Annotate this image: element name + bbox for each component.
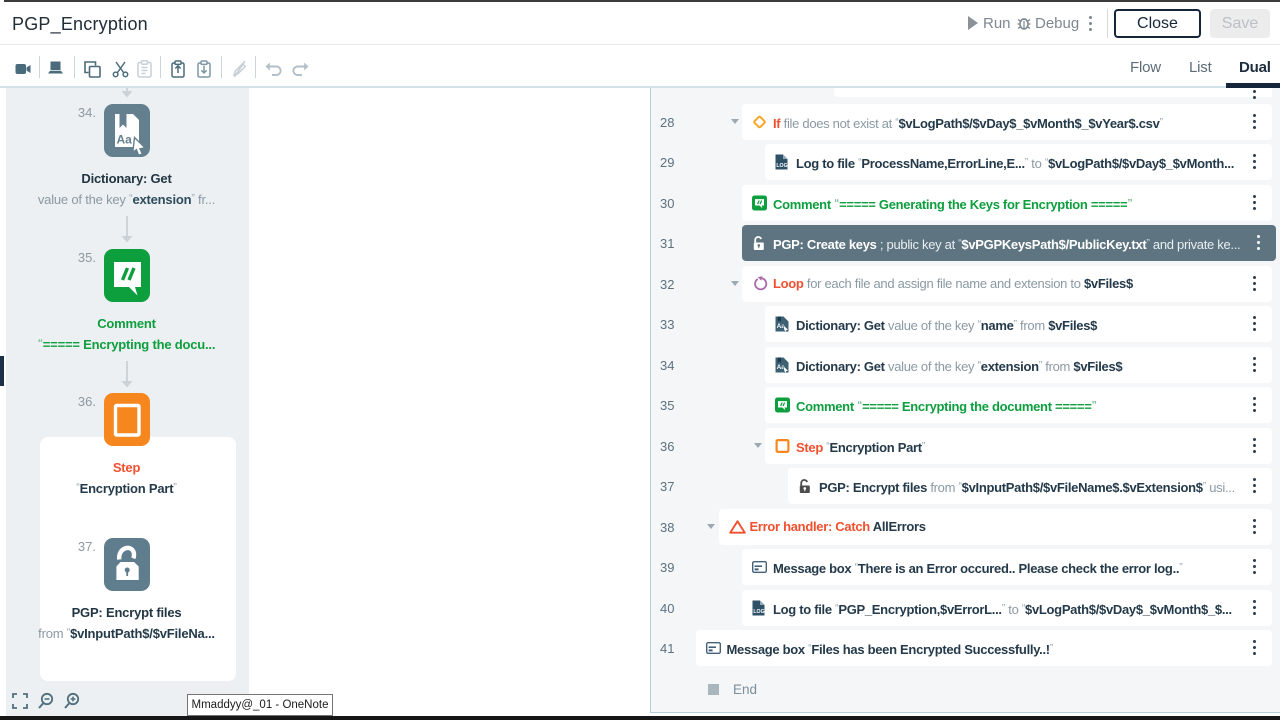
- svg-text:LOG: LOG: [776, 163, 787, 169]
- svg-text:Aa: Aa: [117, 133, 133, 147]
- svg-text:LOG: LOG: [753, 609, 764, 615]
